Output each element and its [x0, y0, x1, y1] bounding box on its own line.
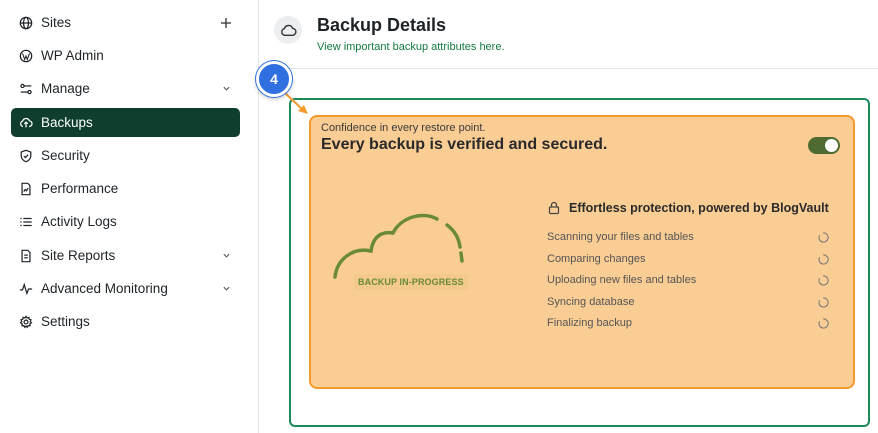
cloud-upload-icon	[18, 115, 34, 131]
sidebar-item-label: Manage	[41, 81, 90, 96]
progress-step-label: Uploading new files and tables	[547, 274, 697, 286]
card-kicker: Confidence in every restore point.	[321, 122, 486, 134]
protection-heading: Effortless protection, powered by BlogVa…	[547, 201, 829, 215]
chevron-down-icon[interactable]	[216, 284, 236, 293]
progress-step-label: Syncing database	[547, 296, 635, 308]
globe-icon	[18, 15, 34, 31]
loading-spinner-icon	[818, 317, 829, 329]
sidebar-item-label: Settings	[41, 314, 90, 329]
sidebar-item-performance[interactable]: Performance	[11, 174, 240, 203]
progress-step-label: Comparing changes	[547, 253, 646, 265]
backup-progress-badge: BACKUP IN-PROGRESS	[354, 274, 468, 290]
list-icon	[18, 214, 34, 230]
report-icon	[18, 248, 34, 264]
progress-step: Comparing changes	[547, 253, 829, 265]
cloud-icon	[274, 16, 302, 44]
loading-spinner-icon	[818, 296, 829, 308]
sidebar-item-label: Activity Logs	[41, 214, 117, 229]
loading-spinner-icon	[818, 274, 829, 286]
performance-icon	[18, 181, 34, 197]
sidebar-item-label: Performance	[41, 181, 119, 196]
sidebar-item-sites[interactable]: Sites	[11, 8, 240, 37]
sidebar-item-label: Sites	[41, 15, 72, 30]
manage-icon	[18, 81, 34, 97]
add-site-icon[interactable]	[216, 17, 236, 29]
loading-spinner-icon	[818, 231, 829, 243]
sidebar-item-manage[interactable]: Manage	[11, 74, 240, 103]
sidebar-item-label: WP Admin	[41, 48, 104, 63]
sidebar-item-settings[interactable]: Settings	[11, 307, 240, 336]
loading-spinner-icon	[818, 253, 829, 265]
page-title: Backup Details	[317, 15, 447, 35]
backup-verified-card: Confidence in every restore point. Every…	[309, 115, 855, 389]
chevron-down-icon[interactable]	[216, 251, 236, 260]
verification-toggle[interactable]	[808, 137, 840, 154]
sidebar-item-advanced-monitoring[interactable]: Advanced Monitoring	[11, 274, 240, 303]
app-root: Sites WP Admin Manage Backups Security P…	[0, 0, 878, 433]
toggle-knob	[825, 139, 838, 152]
card-title: Every backup is verified and secured.	[321, 136, 608, 153]
sidebar-item-security[interactable]: Security	[11, 141, 240, 170]
sidebar-item-label: Advanced Monitoring	[41, 281, 168, 296]
protection-title: Effortless protection, powered by BlogVa…	[569, 201, 829, 215]
sidebar-item-label: Security	[41, 148, 90, 163]
gear-icon	[18, 314, 34, 330]
progress-step: Scanning your files and tables	[547, 231, 829, 243]
progress-step: Syncing database	[547, 296, 829, 308]
shield-icon	[18, 148, 34, 164]
sidebar-item-wp-admin[interactable]: WP Admin	[11, 41, 240, 70]
lock-icon	[548, 201, 560, 215]
sidebar-item-activity-logs[interactable]: Activity Logs	[11, 207, 240, 236]
sidebar-item-backups[interactable]: Backups	[11, 108, 240, 137]
sidebar-item-site-reports[interactable]: Site Reports	[11, 241, 240, 270]
page-subtitle: View important backup attributes here.	[317, 41, 505, 53]
chevron-down-icon[interactable]	[216, 84, 236, 93]
progress-step-label: Finalizing backup	[547, 317, 632, 329]
sidebar: Sites WP Admin Manage Backups Security P…	[0, 0, 259, 433]
sidebar-item-label: Backups	[41, 115, 93, 130]
pulse-icon	[18, 281, 34, 297]
step-number-badge: 4	[256, 61, 292, 97]
progress-step-label: Scanning your files and tables	[547, 231, 694, 243]
sidebar-item-label: Site Reports	[41, 248, 116, 263]
progress-step: Uploading new files and tables	[547, 274, 829, 286]
progress-step: Finalizing backup	[547, 317, 829, 329]
wordpress-icon	[18, 48, 34, 64]
